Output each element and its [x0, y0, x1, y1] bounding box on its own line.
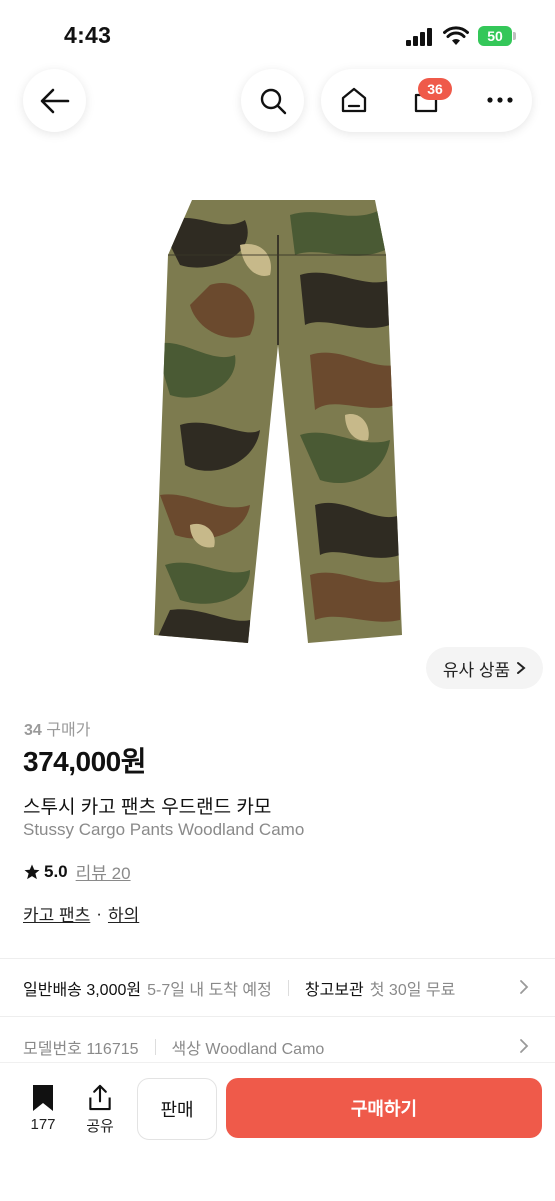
separator: [287, 980, 289, 996]
battery-indicator: 50: [478, 26, 512, 46]
back-button[interactable]: [23, 69, 86, 132]
product-image[interactable]: [150, 195, 405, 647]
shipping-eta: 5-7일 내 도착 예정: [147, 982, 272, 999]
status-time: 4:43: [64, 22, 112, 48]
bookmark-icon: [33, 1085, 53, 1111]
shipping-row[interactable]: 일반배송 3,000원 5-7일 내 도착 예정 창고보관 첫 30일 무료: [23, 976, 455, 1000]
rating-row: 5.0 리뷰 20: [23, 859, 131, 884]
purchase-count-suffix: 구매가: [46, 722, 91, 739]
product-name-korean: 스투시 카고 팬츠 우드랜드 카모: [23, 797, 272, 818]
home-button[interactable]: [334, 80, 374, 120]
product-name-english: Stussy Cargo Pants Woodland Camo: [23, 820, 305, 839]
color-name: 색상 Woodland Camo: [171, 1041, 325, 1058]
search-icon: [260, 88, 286, 114]
product-price: 374,000원: [23, 746, 146, 777]
bookmark-button[interactable]: 177: [22, 1084, 64, 1136]
wifi-icon: [443, 26, 469, 45]
category-link-bottoms[interactable]: 하의: [108, 901, 139, 926]
separator: [154, 1039, 156, 1055]
category-breadcrumb: 카고 팬츠 · 하의: [23, 901, 139, 926]
share-label: 공유: [86, 1118, 114, 1135]
similar-products-label: 유사 상품: [442, 660, 511, 680]
share-button[interactable]: 공유: [80, 1084, 120, 1136]
cart-count-badge: 36: [418, 78, 452, 100]
search-button[interactable]: [241, 69, 304, 132]
model-number: 모델번호 116715: [23, 1041, 139, 1058]
category-separator: ·: [96, 903, 102, 923]
category-link-cargo-pants[interactable]: 카고 팬츠: [23, 901, 90, 926]
share-icon: [89, 1084, 111, 1111]
divider: [0, 1016, 555, 1017]
signal-icon: [406, 28, 432, 46]
battery-tip: [513, 32, 516, 40]
back-arrow-icon: [40, 88, 69, 113]
sell-button[interactable]: 판매: [137, 1078, 217, 1140]
storage-label: 창고보관: [304, 982, 364, 999]
chevron-right-icon: [520, 1039, 529, 1053]
rating-score: 5.0: [44, 861, 68, 881]
more-dots-icon: [487, 97, 513, 103]
home-icon: [341, 87, 367, 113]
divider: [0, 958, 555, 959]
similar-products-button[interactable]: 유사 상품: [426, 647, 543, 689]
details-row[interactable]: 모델번호 116715 색상 Woodland Camo: [23, 1035, 324, 1059]
bookmark-count: 177: [30, 1116, 56, 1133]
more-button[interactable]: [480, 80, 520, 120]
battery-level: 50: [487, 28, 503, 44]
shipping-label: 일반배송 3,000원: [23, 982, 142, 999]
review-link[interactable]: 리뷰 20: [76, 859, 131, 884]
purchase-count-number: 34: [24, 722, 42, 739]
purchase-count: 34 구매가: [24, 716, 90, 740]
buy-button[interactable]: 구매하기: [226, 1078, 542, 1138]
storage-offer: 첫 30일 무료: [369, 982, 456, 999]
star-icon: [24, 864, 40, 879]
chevron-right-icon: [517, 662, 526, 674]
chevron-right-icon: [520, 980, 529, 994]
